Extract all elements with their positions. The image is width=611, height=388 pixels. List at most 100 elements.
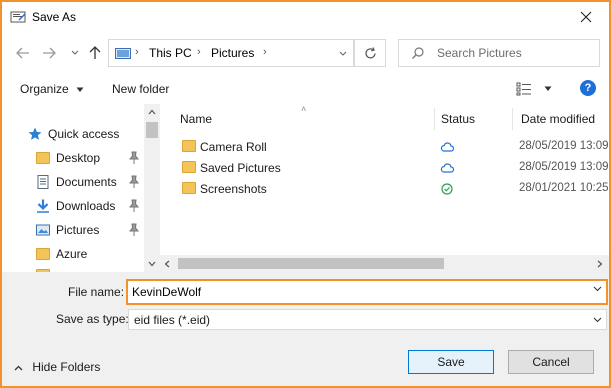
chevron-down-icon[interactable] <box>593 286 602 292</box>
star-icon <box>28 127 42 140</box>
up-button[interactable] <box>84 42 106 64</box>
column-header-name[interactable]: Name <box>180 112 212 126</box>
breadcrumb-this-pc[interactable]: This PC <box>149 46 192 60</box>
recent-locations-button[interactable] <box>64 42 86 64</box>
change-view-button[interactable] <box>516 80 556 98</box>
arrow-right-icon <box>43 47 56 59</box>
save-as-type-label: Save as type: <box>56 312 129 326</box>
save-dialog-icon <box>10 11 26 23</box>
command-bar: Organize New folder ? <box>2 74 609 104</box>
pin-icon <box>128 199 140 212</box>
sidebar-item-azure[interactable]: Azure <box>2 243 144 265</box>
help-icon: ? <box>584 82 592 94</box>
chevron-up-icon <box>148 109 156 115</box>
cloud-icon <box>440 163 454 173</box>
this-pc-icon <box>115 48 131 59</box>
cloud-icon <box>440 142 454 152</box>
scrollbar-thumb[interactable] <box>146 122 158 138</box>
cancel-button[interactable]: Cancel <box>508 350 594 374</box>
sidebar-item-label: Quick access <box>48 127 120 141</box>
chevron-left-icon <box>164 260 170 268</box>
hide-folders-toggle[interactable]: Hide Folders <box>14 360 100 374</box>
file-name-input[interactable] <box>132 284 572 300</box>
file-name: Screenshots <box>200 182 267 196</box>
help-button[interactable]: ? <box>580 80 596 96</box>
column-divider[interactable] <box>434 108 435 130</box>
details-view-icon <box>516 82 531 96</box>
chevron-down-icon <box>544 86 552 91</box>
sidebar-item-pictures[interactable]: Pictures <box>2 219 144 241</box>
chevron-right-icon <box>597 260 603 268</box>
pictures-icon <box>36 224 50 236</box>
save-form-panel: File name: Save as type: eid files (*.ei… <box>2 272 609 386</box>
file-name-label: File name: <box>68 285 125 299</box>
navigation-pane-scrollbar[interactable] <box>144 104 160 272</box>
folder-icon <box>36 248 50 260</box>
sidebar-item-downloads[interactable]: Downloads <box>2 195 144 217</box>
save-button[interactable]: Save <box>408 350 494 374</box>
organize-menu[interactable]: Organize <box>20 82 84 96</box>
search-placeholder: Search Pictures <box>437 46 522 60</box>
folder-icon <box>182 182 196 194</box>
documents-icon <box>37 175 49 189</box>
pin-icon <box>128 175 140 188</box>
sidebar-item-label: Desktop <box>56 151 101 165</box>
file-name-field[interactable] <box>126 279 608 305</box>
file-row[interactable]: Saved Pictures 28/05/2019 13:09 <box>178 158 609 179</box>
folder-icon <box>182 161 196 173</box>
save-as-dialog: Save As › This PC › Pictures › Search Pi… <box>0 0 611 388</box>
file-list-horizontal-scrollbar[interactable] <box>160 255 609 272</box>
chevron-down-icon <box>71 50 79 55</box>
breadcrumb-separator: › <box>263 46 267 58</box>
column-divider[interactable] <box>512 108 513 130</box>
file-date: 28/01/2021 10:25 <box>519 182 609 194</box>
close-button[interactable] <box>563 2 609 32</box>
new-folder-button[interactable]: New folder <box>112 82 169 96</box>
pin-icon <box>128 151 140 164</box>
folder-icon <box>36 152 50 164</box>
scrollbar-thumb[interactable] <box>178 258 444 269</box>
sidebar-item-quick-access[interactable]: Quick access <box>2 123 144 145</box>
refresh-button[interactable] <box>354 39 386 67</box>
file-name: Camera Roll <box>200 140 267 154</box>
column-header-status[interactable]: Status <box>441 112 475 126</box>
file-name: Saved Pictures <box>200 161 281 175</box>
refresh-icon <box>364 46 376 58</box>
sidebar-item-desktop[interactable]: Desktop <box>2 147 144 169</box>
chevron-down-icon <box>148 261 156 267</box>
search-icon <box>412 47 424 59</box>
breadcrumb-pictures[interactable]: Pictures <box>211 46 254 60</box>
sidebar-item-label: Documents <box>56 175 117 189</box>
navigation-pane: Quick access Desktop Documents Downloads… <box>2 104 160 272</box>
organize-label: Organize <box>20 82 69 96</box>
download-icon <box>37 199 49 213</box>
chevron-down-icon <box>76 87 84 92</box>
chevron-up-icon <box>14 365 23 371</box>
back-button[interactable] <box>12 42 34 64</box>
title-bar: Save As <box>2 2 609 32</box>
chevron-down-icon <box>339 51 347 56</box>
arrow-up-icon <box>89 46 101 59</box>
sidebar-item-label: Azure <box>56 247 88 261</box>
column-header-date-modified[interactable]: Date modified <box>521 112 595 126</box>
breadcrumb-separator: › <box>135 46 139 58</box>
file-date: 28/05/2019 13:09 <box>519 161 609 173</box>
save-as-type-select[interactable]: eid files (*.eid) <box>128 309 607 330</box>
navigation-bar: › This PC › Pictures › Search Pictures <box>2 36 609 70</box>
breadcrumb-separator: › <box>197 46 201 58</box>
address-history-dropdown[interactable] <box>332 39 354 67</box>
hide-folders-label: Hide Folders <box>32 360 101 374</box>
file-row[interactable]: Camera Roll 28/05/2019 13:09 <box>178 137 609 158</box>
file-row[interactable]: Screenshots 28/01/2021 10:25 <box>178 179 609 200</box>
sort-ascending-icon: ˄ <box>301 104 307 114</box>
file-date: 28/05/2019 13:09 <box>519 140 609 152</box>
window-title: Save As <box>32 10 77 24</box>
sidebar-item-label: Pictures <box>56 223 100 237</box>
search-box[interactable]: Search Pictures <box>398 39 600 67</box>
synced-check-icon <box>441 183 453 195</box>
file-list: ˄ Name Status Date modified Camera Roll … <box>160 104 609 272</box>
pin-icon <box>128 223 140 236</box>
sidebar-item-documents[interactable]: Documents <box>2 171 144 193</box>
forward-button[interactable] <box>38 42 60 64</box>
sidebar-item-label: Downloads <box>56 199 116 213</box>
